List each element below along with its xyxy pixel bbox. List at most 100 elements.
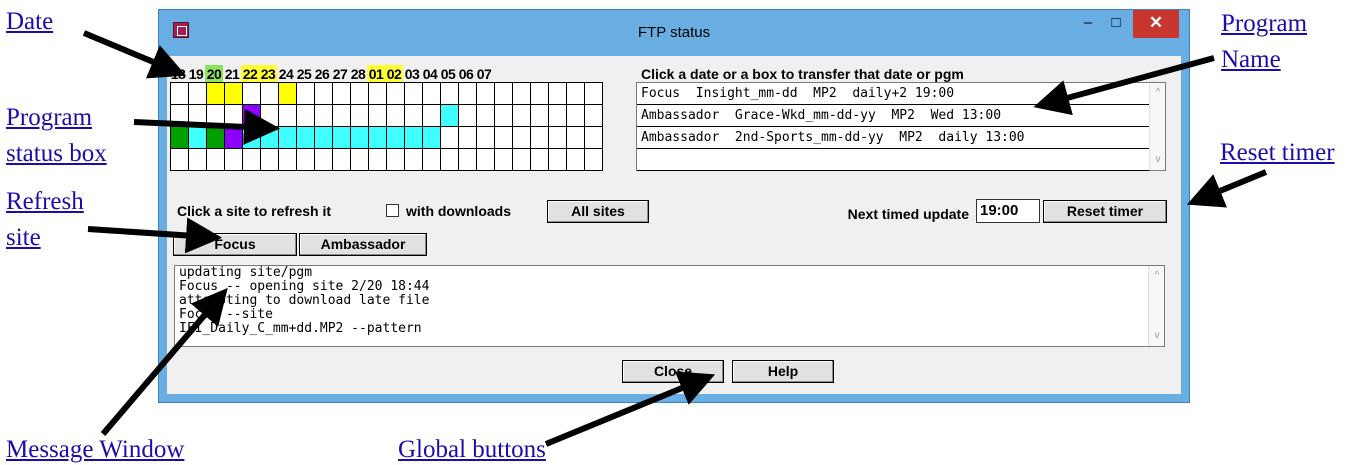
program-list-item[interactable] xyxy=(637,149,1149,171)
status-box[interactable] xyxy=(531,83,549,105)
date-02[interactable]: 02 xyxy=(385,65,403,83)
program-list-item[interactable]: Ambassador Grace-Wkd_mm-dd-yy MP2 Wed 13… xyxy=(637,105,1149,127)
status-box[interactable] xyxy=(513,105,531,127)
status-box[interactable] xyxy=(243,105,261,127)
status-box[interactable] xyxy=(279,105,297,127)
status-box[interactable] xyxy=(423,149,441,171)
status-box[interactable] xyxy=(315,149,333,171)
scroll-down-icon[interactable]: v xyxy=(1149,328,1164,344)
status-box[interactable] xyxy=(441,127,459,149)
status-box[interactable] xyxy=(297,105,315,127)
date-24[interactable]: 24 xyxy=(277,65,295,83)
program-list-scrollbar[interactable]: ^ v xyxy=(1149,83,1165,170)
minimize-button[interactable]: – xyxy=(1075,10,1101,38)
status-box[interactable] xyxy=(405,105,423,127)
all-sites-button[interactable]: All sites xyxy=(547,200,649,223)
site-button-focus[interactable]: Focus xyxy=(173,233,297,256)
status-box[interactable] xyxy=(387,127,405,149)
status-box[interactable] xyxy=(513,83,531,105)
site-button-ambassador[interactable]: Ambassador xyxy=(299,233,427,256)
message-window[interactable]: updating site/pgm Focus -- opening site 2… xyxy=(174,265,1165,347)
status-box[interactable] xyxy=(495,83,513,105)
status-box[interactable] xyxy=(495,105,513,127)
with-downloads-checkbox[interactable] xyxy=(386,204,399,217)
status-box[interactable] xyxy=(405,149,423,171)
status-box[interactable] xyxy=(387,105,405,127)
status-box[interactable] xyxy=(171,105,189,127)
status-box[interactable] xyxy=(207,149,225,171)
status-box[interactable] xyxy=(315,127,333,149)
status-box[interactable] xyxy=(261,83,279,105)
status-box[interactable] xyxy=(333,105,351,127)
status-box[interactable] xyxy=(369,83,387,105)
status-box[interactable] xyxy=(495,149,513,171)
status-box[interactable] xyxy=(585,83,603,105)
status-box[interactable] xyxy=(513,127,531,149)
status-box[interactable] xyxy=(585,105,603,127)
status-box[interactable] xyxy=(405,83,423,105)
status-box[interactable] xyxy=(567,83,585,105)
status-box[interactable] xyxy=(369,105,387,127)
status-box[interactable] xyxy=(261,127,279,149)
scroll-up-icon[interactable]: ^ xyxy=(1150,85,1166,101)
status-box[interactable] xyxy=(351,127,369,149)
callout-program-name-line2[interactable]: Name xyxy=(1221,44,1281,75)
date-25[interactable]: 25 xyxy=(295,65,313,83)
maximize-button[interactable]: □ xyxy=(1103,10,1129,38)
callout-reset-timer[interactable]: Reset timer xyxy=(1220,137,1335,168)
status-box[interactable] xyxy=(477,83,495,105)
status-box[interactable] xyxy=(243,83,261,105)
date-19[interactable]: 19 xyxy=(187,65,205,83)
status-box[interactable] xyxy=(459,105,477,127)
date-18[interactable]: 18 xyxy=(169,65,187,83)
status-box[interactable] xyxy=(549,105,567,127)
date-22[interactable]: 22 xyxy=(241,65,259,83)
date-07[interactable]: 07 xyxy=(475,65,493,83)
status-box[interactable] xyxy=(225,105,243,127)
status-box[interactable] xyxy=(459,149,477,171)
status-box[interactable] xyxy=(333,127,351,149)
status-box[interactable] xyxy=(459,83,477,105)
status-box[interactable] xyxy=(225,149,243,171)
status-box[interactable] xyxy=(549,149,567,171)
status-box[interactable] xyxy=(189,83,207,105)
status-box[interactable] xyxy=(171,127,189,149)
status-box[interactable] xyxy=(261,105,279,127)
status-box[interactable] xyxy=(315,83,333,105)
callout-message-window[interactable]: Message Window xyxy=(6,434,184,465)
scroll-down-icon[interactable]: v xyxy=(1150,152,1166,168)
date-26[interactable]: 26 xyxy=(313,65,331,83)
status-box[interactable] xyxy=(387,149,405,171)
status-box[interactable] xyxy=(261,149,279,171)
status-box[interactable] xyxy=(567,149,585,171)
date-28[interactable]: 28 xyxy=(349,65,367,83)
callout-program-status-box-line1[interactable]: Program xyxy=(6,102,92,133)
status-box[interactable] xyxy=(333,83,351,105)
status-box[interactable] xyxy=(423,105,441,127)
status-box[interactable] xyxy=(189,105,207,127)
reset-timer-button[interactable]: Reset timer xyxy=(1043,200,1167,223)
status-box[interactable] xyxy=(441,105,459,127)
status-box[interactable] xyxy=(531,127,549,149)
status-box[interactable] xyxy=(513,149,531,171)
status-box[interactable] xyxy=(567,127,585,149)
status-box[interactable] xyxy=(315,105,333,127)
status-box[interactable] xyxy=(189,149,207,171)
status-box[interactable] xyxy=(585,149,603,171)
callout-date[interactable]: Date xyxy=(6,6,53,37)
status-box[interactable] xyxy=(387,83,405,105)
status-box[interactable] xyxy=(585,127,603,149)
program-list-item[interactable]: Focus Insight_mm-dd MP2 daily+2 19:00 xyxy=(637,83,1149,105)
date-20[interactable]: 20 xyxy=(205,65,223,83)
status-box[interactable] xyxy=(243,127,261,149)
status-box[interactable] xyxy=(423,127,441,149)
callout-program-name-line1[interactable]: Program xyxy=(1221,8,1307,39)
status-box[interactable] xyxy=(351,83,369,105)
status-box[interactable] xyxy=(477,105,495,127)
status-box[interactable] xyxy=(495,127,513,149)
status-box[interactable] xyxy=(351,149,369,171)
status-box[interactable] xyxy=(459,127,477,149)
callout-program-status-box-line2[interactable]: status box xyxy=(6,138,107,169)
status-box[interactable] xyxy=(279,149,297,171)
status-box[interactable] xyxy=(369,149,387,171)
